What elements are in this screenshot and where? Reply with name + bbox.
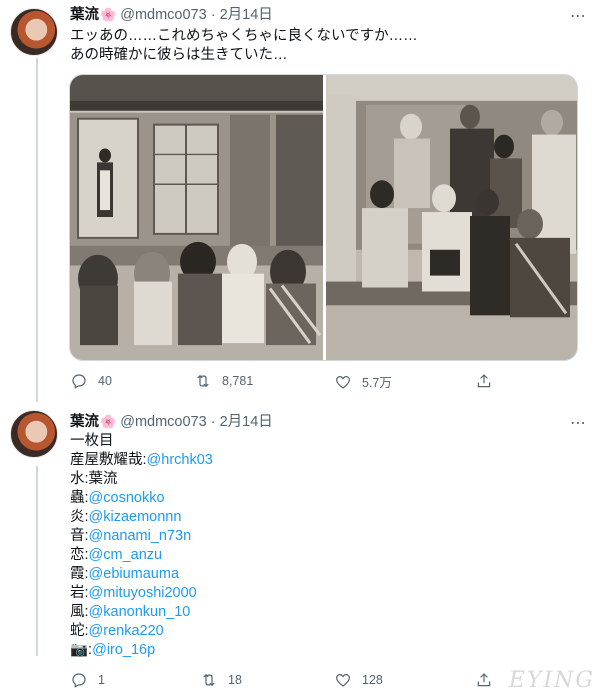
credit-line: 蟲:@cosnokko [70,489,213,508]
like-count: 5.7万 [362,376,392,390]
more-icon[interactable]: ⋯ [570,413,587,433]
camera-emoji: 📷: [70,642,93,658]
more-icon[interactable]: ⋯ [570,6,587,26]
tweet-2[interactable]: 葉流🌸 @mdmco073 · 2月14日 ⋯ 一枚目 産屋敷耀哉:@hrchk… [0,408,601,697]
mention-link[interactable]: @ebiumauma [89,566,179,582]
mention-link[interactable]: @cm_anzu [89,547,163,563]
tweet-actions: 40 8,781 5.7万 [70,372,500,392]
retweet-button[interactable]: 8,781 [194,372,253,390]
mention-link[interactable]: @renka220 [89,623,164,639]
retweet-button[interactable]: 18 [200,671,242,689]
mention-link[interactable]: @mituyoshi2000 [89,585,197,601]
retweet-count: 18 [228,673,242,687]
tweet-header: 葉流🌸 @mdmco073 · 2月14日 [70,413,273,431]
share-icon [477,673,491,687]
credit-line: 炎:@kizaemonnn [70,508,213,527]
share-button[interactable] [475,372,493,390]
credit-role: 水:葉流 [70,471,118,487]
like-button[interactable]: 128 [334,671,383,689]
mention-link[interactable]: @nanami_n73n [89,528,192,544]
credit-line: 蛇:@renka220 [70,622,213,641]
credit-role: 蟲: [70,490,89,506]
photo-1[interactable] [70,75,323,360]
cherry-blossom-emoji: 🌸 [100,7,117,22]
like-button[interactable]: 5.7万 [334,372,392,391]
tweet-text: 一枚目 産屋敷耀哉:@hrchk03 水:葉流 蟲:@cosnokko 炎:@k… [70,432,213,660]
reply-count: 40 [98,374,112,388]
retweet-icon [203,673,215,687]
reply-button[interactable]: 1 [70,671,105,689]
credit-line: 音:@nanami_n73n [70,527,213,546]
timestamp[interactable]: 2月14日 [220,7,273,23]
reply-icon [72,374,86,389]
avatar[interactable] [10,8,58,56]
heart-icon [336,673,350,687]
media-grid [69,74,578,361]
credit-role: 炎: [70,509,89,525]
credit-line: 恋:@cm_anzu [70,546,213,565]
mention-link[interactable]: @iro_16p [92,642,155,658]
credit-role: 産屋敷耀哉: [70,452,147,468]
credit-role: 岩: [70,585,89,601]
display-name[interactable]: 葉流 [70,414,99,430]
mention-link[interactable]: @kanonkun_10 [89,604,191,620]
retweet-icon [197,374,209,388]
photo-2[interactable] [326,75,577,360]
reply-button[interactable]: 40 [70,372,112,390]
mention-link[interactable]: @cosnokko [89,490,165,506]
tweet-actions: 1 18 128 [70,671,500,691]
tweet-text: エッあの……これめちゃくちゃに良くないですか…… あの時確かに彼らは生きていた… [70,27,418,65]
tweet-1[interactable]: 葉流🌸 @mdmco073 · 2月14日 ⋯ エッあの……これめちゃくちゃに良… [0,0,601,402]
heart-icon [336,375,350,389]
share-icon [477,374,491,388]
display-name[interactable]: 葉流 [70,7,99,23]
reply-count: 1 [98,673,105,687]
credit-role: 霞: [70,566,89,582]
avatar[interactable] [10,410,58,458]
credit-role: 恋: [70,547,89,563]
mention-link[interactable]: @kizaemonnn [89,509,182,525]
like-count: 128 [362,673,383,687]
tweet-header: 葉流🌸 @mdmco073 · 2月14日 [70,6,273,24]
cherry-blossom-emoji: 🌸 [100,414,117,429]
credit-line: 岩:@mituyoshi2000 [70,584,213,603]
credit-line: 水:葉流 [70,470,213,489]
tweet-text-line: あの時確かに彼らは生きていた… [70,47,288,63]
separator: · [210,7,216,23]
credit-line: 風:@kanonkun_10 [70,603,213,622]
credits-title: 一枚目 [70,433,114,449]
handle[interactable]: @mdmco073 [120,7,206,23]
reply-icon [72,673,86,688]
credit-line: 📷:@iro_16p [70,641,213,660]
credit-role: 風: [70,604,89,620]
share-button[interactable] [475,671,493,689]
retweet-count: 8,781 [222,374,254,388]
mention-link[interactable]: @hrchk03 [147,452,213,468]
credit-role: 音: [70,528,89,544]
tweet-text-line: エッあの……これめちゃくちゃに良くないですか…… [70,28,418,44]
credit-role: 蛇: [70,623,89,639]
timestamp[interactable]: 2月14日 [220,414,273,430]
credit-line: 産屋敷耀哉:@hrchk03 [70,451,213,470]
credit-line: 霞:@ebiumauma [70,565,213,584]
separator: · [210,414,216,430]
handle[interactable]: @mdmco073 [120,414,206,430]
watermark: EYING [508,668,595,693]
